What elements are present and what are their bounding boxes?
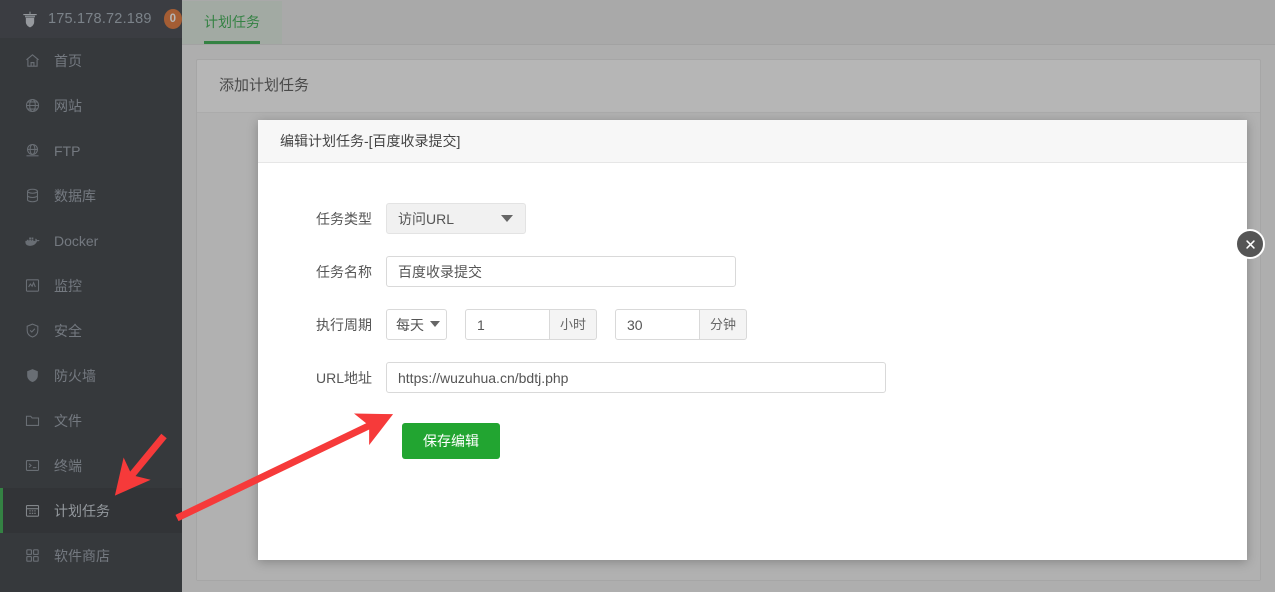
cycle-label: 执行周期 xyxy=(258,315,386,335)
save-row: 保存编辑 xyxy=(402,415,1247,459)
task-type-value: 访问URL xyxy=(398,209,454,229)
cycle-value: 每天 xyxy=(396,315,424,335)
url-label: URL地址 xyxy=(258,368,386,388)
chevron-down-icon xyxy=(501,215,513,222)
save-button[interactable]: 保存编辑 xyxy=(402,423,500,459)
task-type-row: 任务类型 访问URL xyxy=(258,203,1247,234)
task-type-label: 任务类型 xyxy=(258,209,386,229)
hour-input[interactable] xyxy=(465,309,550,340)
minute-addon-label: 分钟 xyxy=(700,309,747,340)
modal-body: 任务类型 访问URL 任务名称 执行周期 每天 小时 分钟 xyxy=(258,163,1247,459)
minute-group: 分钟 xyxy=(615,309,747,340)
task-name-label: 任务名称 xyxy=(258,262,386,282)
url-input[interactable] xyxy=(386,362,886,393)
close-icon[interactable] xyxy=(1235,229,1265,259)
modal-title: 编辑计划任务-[百度收录提交] xyxy=(258,120,1247,163)
minute-input[interactable] xyxy=(615,309,700,340)
task-type-select[interactable]: 访问URL xyxy=(386,203,526,234)
url-row: URL地址 xyxy=(258,362,1247,393)
task-name-row: 任务名称 xyxy=(258,256,1247,287)
cycle-select[interactable]: 每天 xyxy=(386,309,447,340)
edit-task-modal: 编辑计划任务-[百度收录提交] 任务类型 访问URL 任务名称 执行周期 每天 xyxy=(258,120,1247,560)
task-name-input[interactable] xyxy=(386,256,736,287)
hour-addon-label: 小时 xyxy=(550,309,597,340)
chevron-down-icon xyxy=(430,321,440,327)
cycle-row: 执行周期 每天 小时 分钟 xyxy=(258,309,1247,340)
hour-group: 小时 xyxy=(465,309,597,340)
